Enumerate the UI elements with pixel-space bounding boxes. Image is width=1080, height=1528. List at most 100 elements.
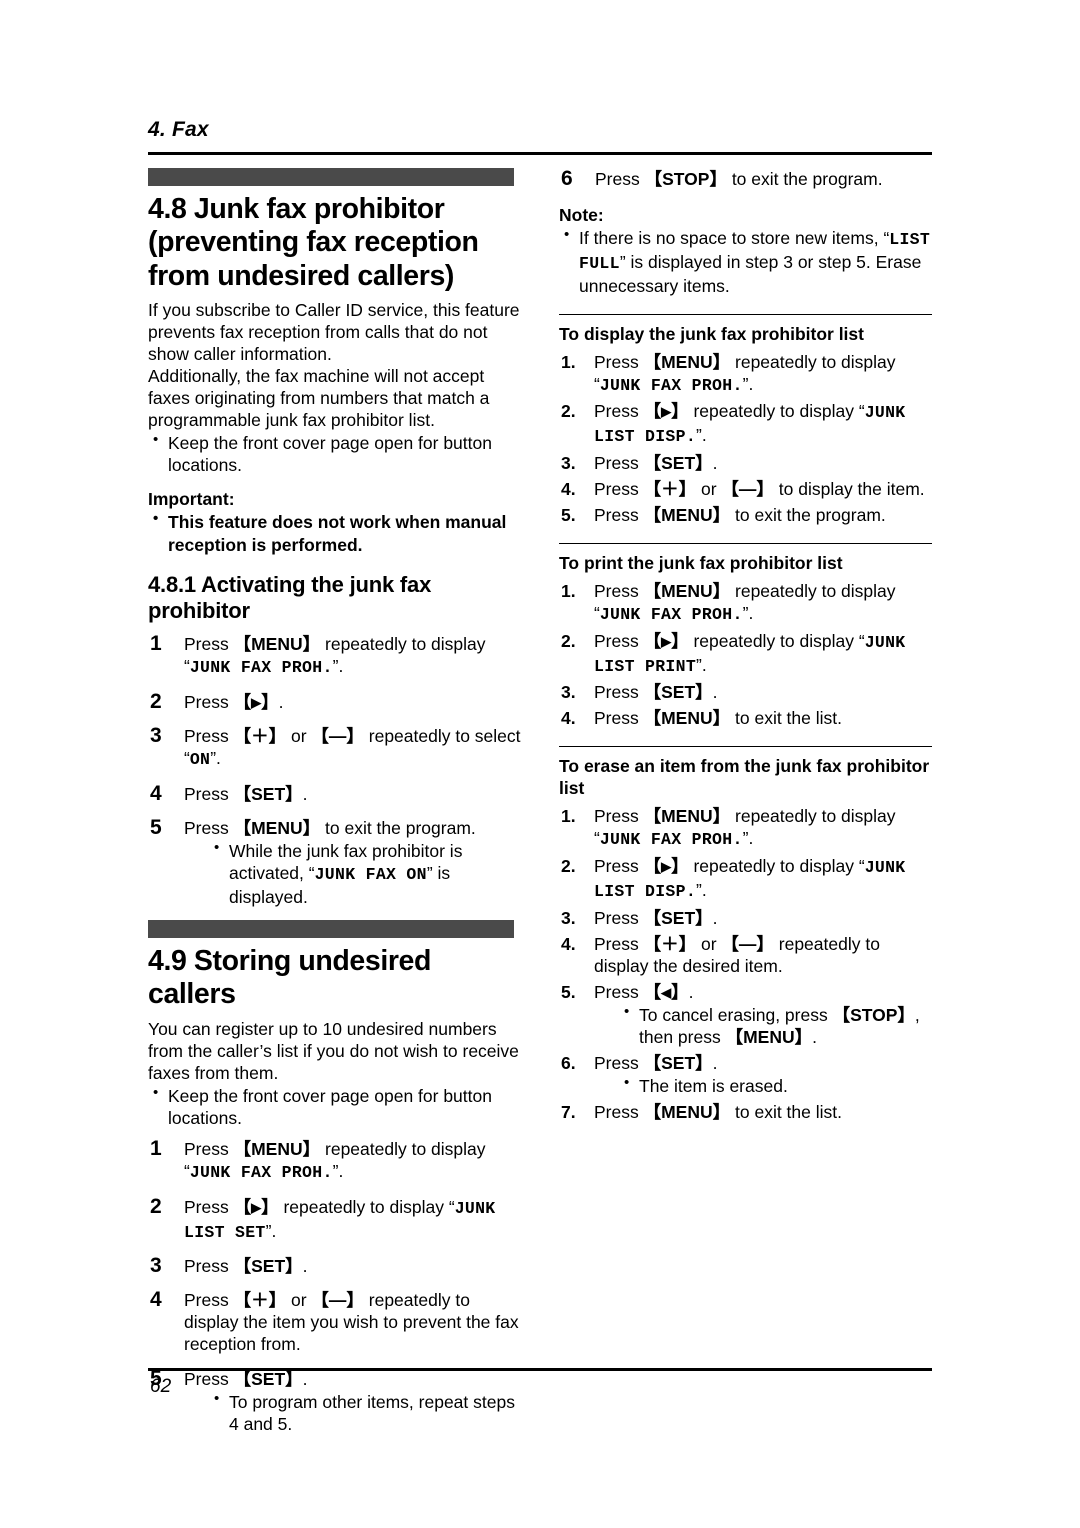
- step-text: Press 【▶】 repeatedly to display “JUNK LI…: [184, 1196, 496, 1242]
- list-item: Press 【MENU】 to exit the program.While t…: [148, 815, 521, 908]
- list-item: Press 【＋】 or 【—】 to display the item.: [559, 478, 932, 500]
- list-item: Press 【SET】.: [148, 1253, 521, 1280]
- key-button-menu[interactable]: 【MENU】: [644, 708, 731, 728]
- key-button-minus-icon[interactable]: 【—】: [721, 934, 774, 954]
- lcd-display-text: JUNK FAX PROH.: [599, 830, 743, 850]
- key-button-minus-icon[interactable]: 【—】: [311, 726, 364, 746]
- list-item: Press 【SET】.: [559, 681, 932, 703]
- list-item: Press 【▶】 repeatedly to display “JUNK LI…: [559, 400, 932, 448]
- task-divider: [559, 313, 932, 315]
- list-item: Press 【MENU】 to exit the program.: [559, 504, 932, 526]
- list-item: Press 【SET】.: [559, 907, 932, 929]
- step-text: Press 【MENU】 repeatedly to display “JUNK…: [594, 580, 896, 625]
- task-steps-erase-item: Press 【MENU】 repeatedly to display “JUNK…: [559, 805, 932, 1123]
- key-button-right-arrow-icon[interactable]: 【▶】: [234, 1197, 279, 1217]
- key-button-right-arrow-icon[interactable]: 【▶】: [234, 692, 279, 712]
- step-text: Press 【◀】.: [594, 981, 694, 1002]
- step-text: Press 【MENU】 to exit the list.: [594, 1101, 842, 1122]
- step-text: Press 【MENU】 repeatedly to display “JUNK…: [184, 634, 486, 678]
- key-button-menu[interactable]: 【MENU】: [644, 505, 731, 525]
- key-button-menu[interactable]: 【MENU】: [644, 352, 731, 372]
- step-sub-bullets: To cancel erasing, press 【STOP】, then pr…: [619, 1003, 932, 1048]
- key-button-plus-icon[interactable]: 【＋】: [644, 934, 697, 954]
- task-heading-erase-item: To erase an item from the junk fax prohi…: [559, 756, 930, 799]
- key-button-set[interactable]: 【SET】: [234, 1369, 303, 1389]
- list-item: Press 【▶】 repeatedly to display “JUNK LI…: [148, 1194, 521, 1244]
- key-button-set[interactable]: 【SET】: [644, 1053, 713, 1073]
- note-bullets: If there is no space to store new items,…: [559, 226, 932, 297]
- step-6-number: 6: [561, 167, 573, 190]
- list-item: Press 【MENU】 repeatedly to display “JUNK…: [559, 580, 932, 626]
- section-48-bullets: Keep the front cover page open for butto…: [148, 431, 521, 476]
- task-steps-print-list: Press 【MENU】 repeatedly to display “JUNK…: [559, 580, 932, 730]
- task-block-print-list: To print the junk fax prohibitor list Pr…: [559, 543, 932, 730]
- key-button-set[interactable]: 【SET】: [644, 908, 713, 928]
- step-text: Press 【＋】 or 【—】 repeatedly to display t…: [184, 1290, 519, 1355]
- step-text: Press 【MENU】 to exit the program.: [594, 505, 886, 526]
- list-item: Press 【＋】 or 【—】 repeatedly to display t…: [148, 1287, 521, 1355]
- key-button-menu[interactable]: 【MENU】: [234, 634, 321, 654]
- list-item: Press 【SET】.: [148, 781, 521, 808]
- lcd-display-text: JUNK LIST SET: [184, 1198, 496, 1242]
- step-sub-bullets: The item is erased.: [619, 1074, 932, 1097]
- key-button-stop[interactable]: 【STOP】: [645, 169, 727, 189]
- list-item: While the junk fax prohibitor is activat…: [209, 839, 521, 908]
- key-button-menu[interactable]: 【MENU】: [726, 1027, 813, 1047]
- two-column-layout: 4.8 Junk fax prohibitor (preventing fax …: [148, 167, 932, 1435]
- key-button-menu[interactable]: 【MENU】: [644, 581, 731, 601]
- list-item: If there is no space to store new items,…: [559, 226, 932, 297]
- task-divider: [559, 746, 932, 748]
- key-button-right-arrow-icon[interactable]: 【▶】: [644, 856, 689, 876]
- key-button-right-arrow-icon[interactable]: 【▶】: [644, 401, 689, 421]
- key-button-menu[interactable]: 【MENU】: [234, 818, 321, 838]
- lcd-display-text: JUNK LIST PRINT: [594, 632, 906, 676]
- subsection-heading-481: 4.8.1 Activating the junk fax prohibitor: [148, 571, 432, 623]
- key-button-plus-icon[interactable]: 【＋】: [644, 479, 697, 499]
- key-button-set[interactable]: 【SET】: [234, 784, 303, 804]
- list-item: Press 【＋】 or 【—】 repeatedly to select “O…: [148, 723, 521, 771]
- list-item: Keep the front cover page open for butto…: [148, 1084, 521, 1129]
- task-divider: [559, 543, 932, 545]
- steps-activating-junk-fax-prohibitor: Press 【MENU】 repeatedly to display “JUNK…: [148, 631, 521, 908]
- key-button-menu[interactable]: 【MENU】: [644, 806, 731, 826]
- key-button-set[interactable]: 【SET】: [644, 682, 713, 702]
- step-text: Press 【MENU】 to exit the list.: [594, 708, 842, 729]
- lcd-display-text: LIST FULL: [579, 230, 931, 273]
- step-text: Press 【▶】.: [184, 692, 284, 713]
- task-heading-print-list: To print the junk fax prohibitor list: [559, 553, 843, 574]
- list-item: Press 【▶】.: [148, 689, 521, 716]
- key-button-right-arrow-icon[interactable]: 【▶】: [644, 631, 689, 651]
- key-button-menu[interactable]: 【MENU】: [644, 1102, 731, 1122]
- key-button-set[interactable]: 【SET】: [644, 453, 713, 473]
- section-accent-bar-48: [148, 168, 514, 186]
- lcd-display-text: JUNK FAX ON: [314, 865, 427, 885]
- key-button-minus-icon[interactable]: 【—】: [311, 1290, 364, 1310]
- list-item: Press 【SET】.: [559, 452, 932, 474]
- section-48-intro-1: If you subscribe to Caller ID service, t…: [148, 300, 520, 365]
- right-column: 6 Press 【STOP】 to exit the program. Note…: [559, 167, 932, 1435]
- task-block-erase-item: To erase an item from the junk fax prohi…: [559, 746, 932, 1123]
- step-text: Press 【SET】.: [184, 784, 308, 805]
- list-item: Press 【◀】.To cancel erasing, press 【STOP…: [559, 981, 932, 1048]
- list-item: Press 【MENU】 to exit the list.: [559, 1101, 932, 1123]
- lcd-display-text: JUNK LIST DISP.: [594, 858, 906, 901]
- task-block-display-list: To display the junk fax prohibitor list …: [559, 313, 932, 527]
- document-page: 4. Fax 4.8 Junk fax prohibitor (preventi…: [148, 0, 932, 1528]
- key-button-minus-icon[interactable]: 【—】: [721, 479, 774, 499]
- key-button-menu[interactable]: 【MENU】: [234, 1139, 321, 1159]
- lcd-display-text: JUNK LIST DISP.: [594, 403, 906, 447]
- header-rule: [148, 152, 932, 155]
- list-item: Press 【SET】.To program other items, repe…: [148, 1365, 521, 1435]
- step-text: Press 【SET】.: [594, 1052, 718, 1073]
- key-button-plus-icon[interactable]: 【＋】: [234, 726, 287, 746]
- step-text: Press 【MENU】 repeatedly to display “JUNK…: [594, 351, 896, 395]
- key-button-left-arrow-icon[interactable]: 【◀】: [644, 982, 689, 1002]
- key-button-set[interactable]: 【SET】: [234, 1256, 303, 1276]
- key-button-plus-icon[interactable]: 【＋】: [234, 1290, 287, 1310]
- step-sub-bullets: To program other items, repeat steps 4 a…: [209, 1390, 521, 1435]
- step-text: Press 【MENU】 to exit the program.: [184, 818, 476, 839]
- running-head: 4. Fax: [148, 118, 209, 141]
- key-button-stop[interactable]: 【STOP】: [833, 1005, 915, 1025]
- task-steps-display-list: Press 【MENU】 repeatedly to display “JUNK…: [559, 351, 932, 527]
- list-item: This feature does not work when manual r…: [148, 510, 521, 555]
